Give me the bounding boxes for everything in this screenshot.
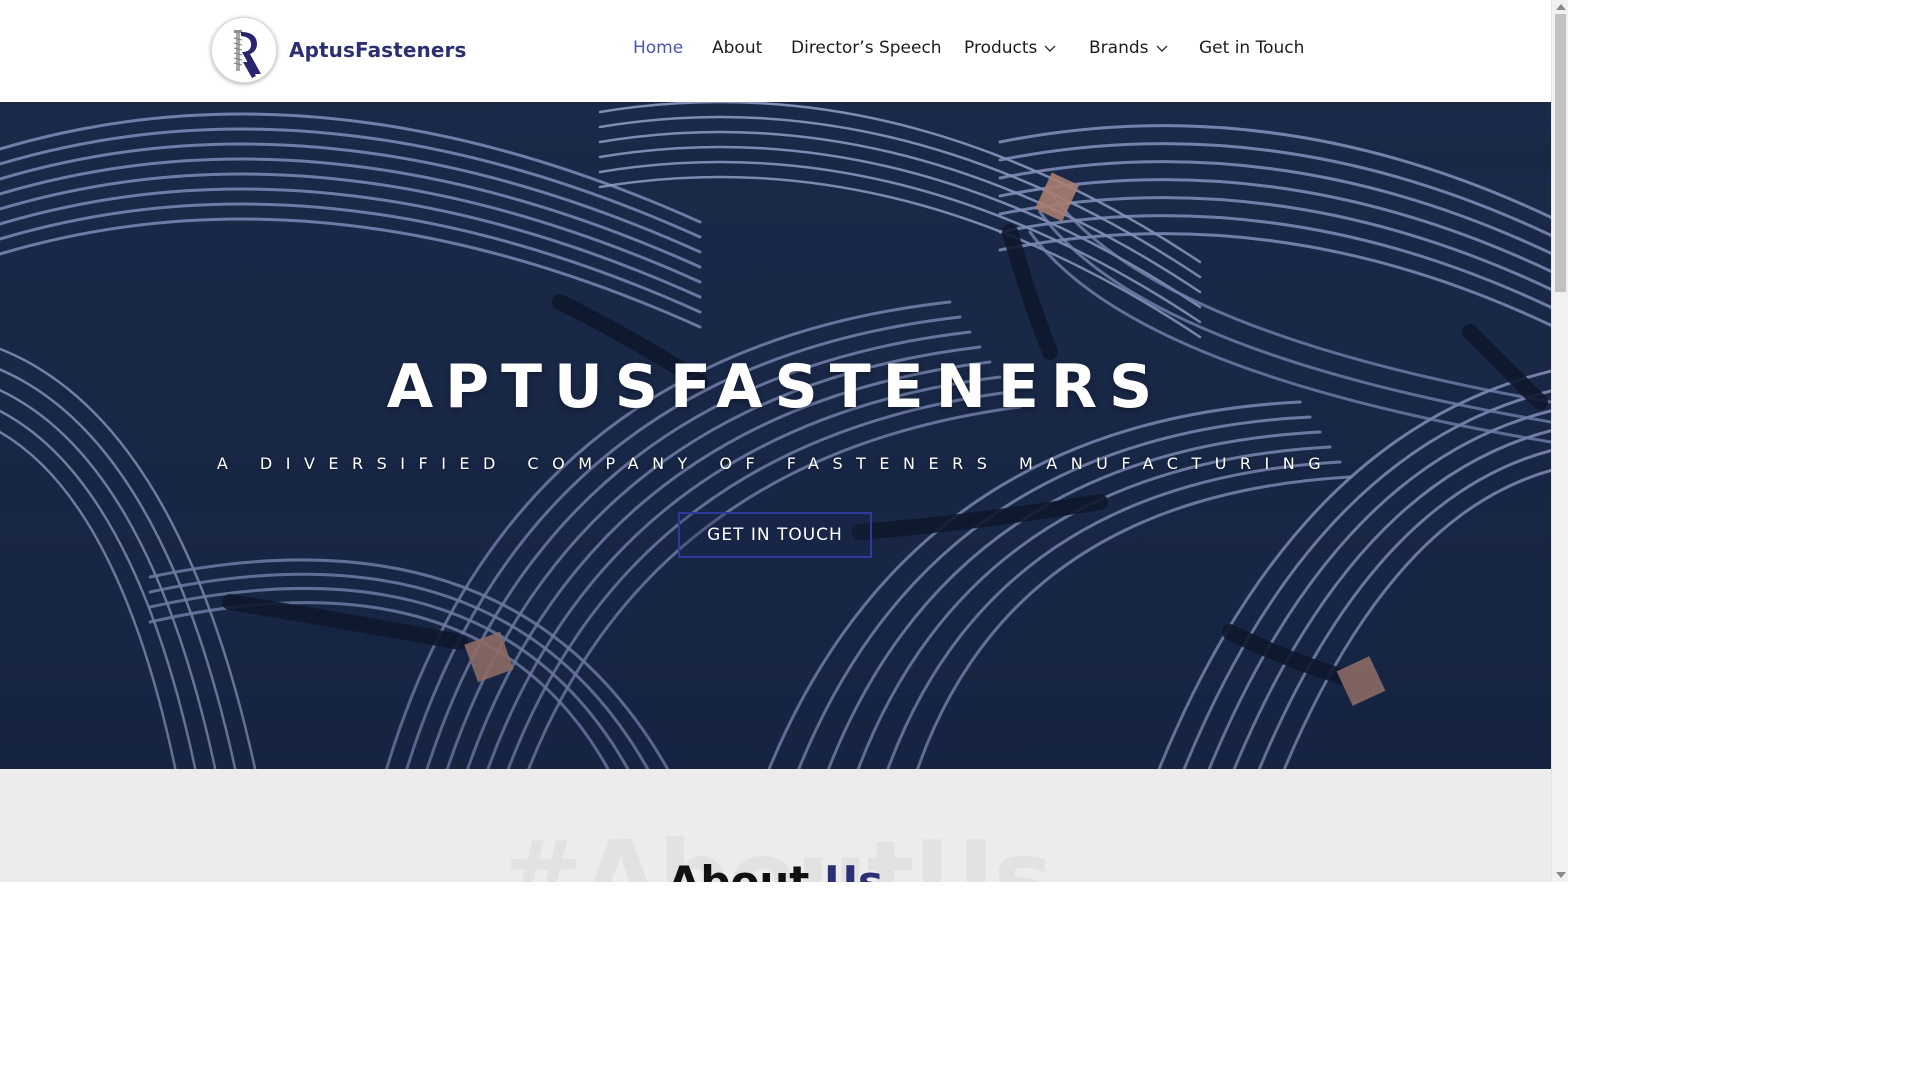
about-title: About Us [0,857,1551,882]
nav-directors-speech[interactable]: Director’s Speech [791,38,942,58]
about-title-accent: Us [823,857,884,882]
scroll-up-arrow-icon[interactable] [1556,4,1566,10]
nav-get-in-touch[interactable]: Get in Touch [1199,38,1304,58]
hero-title: APTUSFASTENERS [386,352,1165,422]
scrollbar-thumb[interactable] [1555,14,1566,292]
hero-section: APTUSFASTENERS A DIVERSIFIED COMPANY OF … [0,102,1551,769]
nav-products[interactable]: Products [964,38,1057,58]
about-section: #AboutUs About Us [0,769,1551,882]
nav-get-in-touch-label: Get in Touch [1199,38,1305,58]
nav-home[interactable]: Home [633,38,683,58]
about-title-main: About [667,857,810,882]
nav-brands-label: Brands [1089,38,1149,58]
chevron-down-icon [1044,45,1056,52]
nav-home-label: Home [633,38,684,58]
scroll-down-arrow-icon[interactable] [1556,872,1566,878]
nav-about[interactable]: About [712,38,762,58]
hero-subtitle: A DIVERSIFIED COMPANY OF FASTENERS MANUF… [216,454,1335,473]
main-nav: Home About Director’s Speech Products Br… [0,38,1551,64]
site-header: AptusFasteners Home About Director’s Spe… [0,0,1551,102]
nav-brands[interactable]: Brands [1089,38,1169,58]
page-scrollbar[interactable] [1551,0,1568,882]
get-in-touch-button[interactable]: GET IN TOUCH [678,512,872,558]
nav-directors-speech-label: Director’s Speech [791,38,942,58]
hero-wire-coils-image [0,102,1551,769]
nav-products-label: Products [964,38,1038,58]
chevron-down-icon [1156,45,1167,52]
nav-about-label: About [712,38,763,58]
